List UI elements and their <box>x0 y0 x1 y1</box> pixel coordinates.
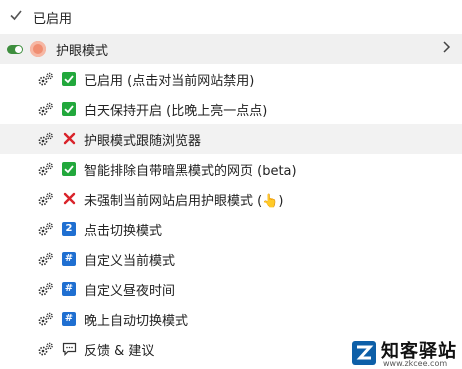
menu-item[interactable]: 护眼模式跟随浏览器 <box>0 124 462 154</box>
menu-item-label: 未强制当前网站启用护眼模式 (👆) <box>84 193 284 209</box>
checkmark-icon <box>62 162 76 176</box>
checkmark-icon <box>62 102 76 116</box>
cross-icon <box>62 191 77 206</box>
gear-icon <box>37 191 54 208</box>
watermark-logo <box>352 341 376 365</box>
check-icon <box>10 10 22 21</box>
menu-item[interactable]: # 自定义当前模式 <box>0 244 462 274</box>
menu-item[interactable]: 2 点击切换模式 <box>0 214 462 244</box>
gear-icon <box>37 101 54 118</box>
number-badge-icon: # <box>62 252 76 266</box>
gear-icon <box>37 131 54 148</box>
menu-item-label: 白天保持开启 (比晚上亮一点点) <box>84 103 268 119</box>
menu-item-label: 护眼模式跟随浏览器 <box>84 133 202 149</box>
number-badge-icon: # <box>62 312 76 326</box>
watermark: 知客驿站 www.zkcee.com <box>348 335 462 369</box>
chat-bubble-icon <box>62 342 77 356</box>
menu-item-label: 点击切换模式 <box>84 223 163 239</box>
extension-name: 护眼模式 <box>56 43 109 59</box>
menu-item-label: 智能排除自带暗黑模式的网页 (beta) <box>84 163 297 179</box>
gear-icon <box>37 281 54 298</box>
gear-icon <box>37 71 54 88</box>
extension-submenu-row[interactable]: 护眼模式 <box>0 34 462 64</box>
menu-item-label: 晚上自动切换模式 <box>84 313 189 329</box>
menu-item-label: 反馈 & 建议 <box>84 343 155 359</box>
chevron-right-icon <box>443 41 451 53</box>
menu-item[interactable]: 已启用 (点击对当前网站禁用) <box>0 64 462 94</box>
number-badge-icon: # <box>62 282 76 296</box>
toggle-switch[interactable] <box>7 45 23 54</box>
menu-item-label: 自定义昼夜时间 <box>84 283 176 299</box>
menu-item[interactable]: 智能排除自带暗黑模式的网页 (beta) <box>0 154 462 184</box>
menu-item[interactable]: 未强制当前网站启用护眼模式 (👆) <box>0 184 462 214</box>
gear-icon <box>37 341 54 358</box>
gear-icon <box>37 251 54 268</box>
eye-care-extension-icon <box>30 41 46 57</box>
watermark-url: www.zkcee.com <box>383 359 448 368</box>
menu-item-label: 自定义当前模式 <box>84 253 176 269</box>
gear-icon <box>37 161 54 178</box>
enabled-label: 已启用 <box>33 11 73 27</box>
gear-icon <box>37 311 54 328</box>
cross-icon <box>62 131 77 146</box>
menu-item-label: 已启用 (点击对当前网站禁用) <box>84 73 255 89</box>
menu-item[interactable]: # 自定义昼夜时间 <box>0 274 462 304</box>
menu-item[interactable]: # 晚上自动切换模式 <box>0 304 462 334</box>
checkmark-icon <box>62 72 76 86</box>
gear-icon <box>37 221 54 238</box>
menu-item[interactable]: 白天保持开启 (比晚上亮一点点) <box>0 94 462 124</box>
number-badge-icon: 2 <box>62 222 76 236</box>
enabled-row[interactable]: 已启用 <box>0 2 462 32</box>
